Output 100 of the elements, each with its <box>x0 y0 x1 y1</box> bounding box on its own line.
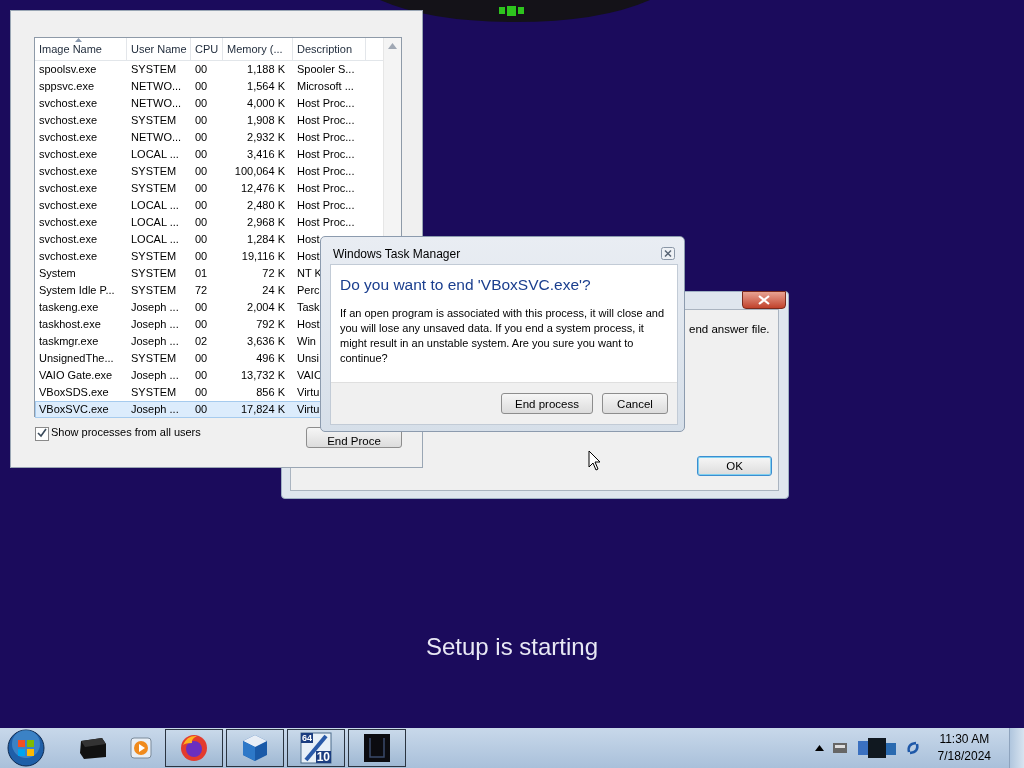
table-cell-text: SYSTEM <box>131 249 177 264</box>
table-cell-text: 00 <box>195 249 208 264</box>
table-cell-text: VBoxSVC.exe <box>39 402 109 417</box>
table-cell-text: Joseph ... <box>131 317 179 332</box>
table-cell-text: 00 <box>195 164 208 179</box>
table-cell-text: 1,284 K <box>247 232 285 247</box>
table-cell-text: svchost.exe <box>39 198 98 213</box>
table-cell-text: 72 <box>195 283 208 298</box>
table-cell-text: 00 <box>195 130 208 145</box>
table-cell-text: sppsvc.exe <box>39 79 95 94</box>
table-cell-text: 4,000 K <box>247 96 285 111</box>
table-cell-text: Host Proc... <box>297 181 355 196</box>
table-cell-text: Microsoft ... <box>297 79 354 94</box>
process-row[interactable]: svchost.exe LOCAL ... 00 2,480 K Host Proc... <box>35 197 383 214</box>
process-row[interactable]: svchost.exe LOCAL ... 00 2,968 K Host Proc... <box>35 214 383 231</box>
table-cell-text: 19,116 K <box>241 249 285 264</box>
table-cell-text: Virtu <box>297 402 320 417</box>
table-cell-text: 00 <box>195 215 208 230</box>
table-cell-text: 00 <box>195 181 208 196</box>
process-row[interactable]: sppsvc.exe NETWO... 00 1,564 K Microsoft ... <box>35 78 383 95</box>
process-row[interactable]: svchost.exe NETWO... 00 2,932 K Host Proc... <box>35 129 383 146</box>
play-icon <box>129 736 153 760</box>
table-cell-text: SYSTEM <box>131 283 177 298</box>
table-cell-text: 3,416 K <box>247 147 285 162</box>
start-button[interactable] <box>7 729 45 767</box>
table-cell-text: Joseph ... <box>131 368 179 383</box>
table-cell-text: 856 K <box>256 385 285 400</box>
table-cell-text: 496 K <box>256 351 285 366</box>
table-cell-text: 02 <box>195 334 208 349</box>
checkbox[interactable] <box>35 427 49 441</box>
checkbox-label: Show processes from all users <box>51 426 201 438</box>
tray-arrow-icon[interactable] <box>814 745 824 751</box>
table-cell-text: 1,188 K <box>247 62 285 77</box>
process-row[interactable]: svchost.exe NETWO... 00 4,000 K Host Proc... <box>35 95 383 112</box>
browser-icon <box>179 733 209 763</box>
tray-sync-icon[interactable] <box>905 740 920 756</box>
table-cell-text: 12,476 K <box>240 181 285 196</box>
table-cell-text: 00 <box>195 368 208 383</box>
table-cell-text: svchost.exe <box>39 113 98 128</box>
table-cell-text: Task <box>297 300 320 315</box>
table-cell-text: 00 <box>195 147 208 162</box>
clock-time: 11:30 AM <box>939 731 990 748</box>
table-cell-text: Host Proc... <box>297 215 355 230</box>
taskbar-button[interactable] <box>165 729 223 767</box>
table-cell-text: NETWO... <box>131 130 182 145</box>
table-cell-text: Joseph ... <box>131 300 179 315</box>
table-cell-text: System <box>39 266 76 281</box>
table-cell-text: 00 <box>195 232 208 247</box>
process-row[interactable]: spoolsv.exe SYSTEM 00 1,188 K Spooler S... <box>35 61 383 78</box>
ok-button[interactable]: OK <box>697 456 772 476</box>
table-cell-text: svchost.exe <box>39 181 98 196</box>
tray-drive-icon[interactable] <box>831 741 848 755</box>
setup-message: end answer file. <box>689 323 770 335</box>
table-cell-text: 00 <box>195 385 208 400</box>
table-cell-text: svchost.exe <box>39 130 98 145</box>
taskbar-button[interactable] <box>226 729 284 767</box>
table-cell-text: 00 <box>195 351 208 366</box>
clock-date: 7/18/2024 <box>937 748 991 765</box>
table-cell-text: Host Proc... <box>297 113 355 128</box>
tray-network-icon[interactable] <box>855 735 898 761</box>
table-cell-text: LOCAL ... <box>131 215 179 230</box>
table-cell-text: Host <box>297 317 320 332</box>
table-cell-text: SYSTEM <box>131 181 177 196</box>
close-icon[interactable] <box>661 247 675 260</box>
taskbar-button[interactable] <box>348 729 406 767</box>
table-cell-text: 17,824 K <box>240 402 285 417</box>
table-cell-text: Perc <box>297 283 320 298</box>
dialog-heading: Do you want to end 'VBoxSVC.exe'? <box>340 276 592 294</box>
dialog-button[interactable]: Cancel <box>602 393 668 414</box>
table-cell-text: 2,480 K <box>247 198 285 213</box>
table-cell-text: SYSTEM <box>131 62 177 77</box>
table-cell-text: SYSTEM <box>131 113 177 128</box>
table-cell-text: taskeng.exe <box>39 300 99 315</box>
dialog-button[interactable]: End process <box>501 393 593 414</box>
table-cell-text: 13,732 K <box>240 368 285 383</box>
table-cell-text: Win <box>297 334 316 349</box>
process-row[interactable]: svchost.exe SYSTEM 00 1,908 K Host Proc... <box>35 112 383 129</box>
table-cell-text: 01 <box>195 266 208 281</box>
table-cell-text: 00 <box>195 300 208 315</box>
cube-icon <box>241 733 269 763</box>
dialog-title: Windows Task Manager <box>333 247 461 261</box>
table-cell-text: Host Proc... <box>297 198 355 213</box>
dialog-message: If an open program is associated with this process, it will close and you will lose any unsaved data. If you end a system process, it might result in an unstable system. Are you sure you want to continue? <box>340 306 666 366</box>
close-button[interactable] <box>742 291 786 309</box>
table-cell-text: 00 <box>195 96 208 111</box>
table-cell-text: 2,968 K <box>247 215 285 230</box>
table-cell-text: Host <box>297 232 320 247</box>
process-row[interactable]: svchost.exe LOCAL ... 00 3,416 K Host Proc... <box>35 146 383 163</box>
table-cell-text: SYSTEM <box>131 164 177 179</box>
process-row[interactable]: svchost.exe SYSTEM 00 100,064 K Host Proc... <box>35 163 383 180</box>
table-cell-text: 00 <box>195 198 208 213</box>
table-cell-text: Host Proc... <box>297 130 355 145</box>
table-cell-text: 1,908 K <box>247 113 285 128</box>
table-cell-text: 72 K <box>262 266 285 281</box>
taskbar-button[interactable]: 64 10 <box>287 729 345 767</box>
drive-icon <box>78 735 108 761</box>
installer-top-text: 64 <box>301 733 313 743</box>
table-cell-text: svchost.exe <box>39 96 98 111</box>
table-cell-text: 1,564 K <box>247 79 285 94</box>
process-row[interactable]: svchost.exe SYSTEM 00 12,476 K Host Proc... <box>35 180 383 197</box>
